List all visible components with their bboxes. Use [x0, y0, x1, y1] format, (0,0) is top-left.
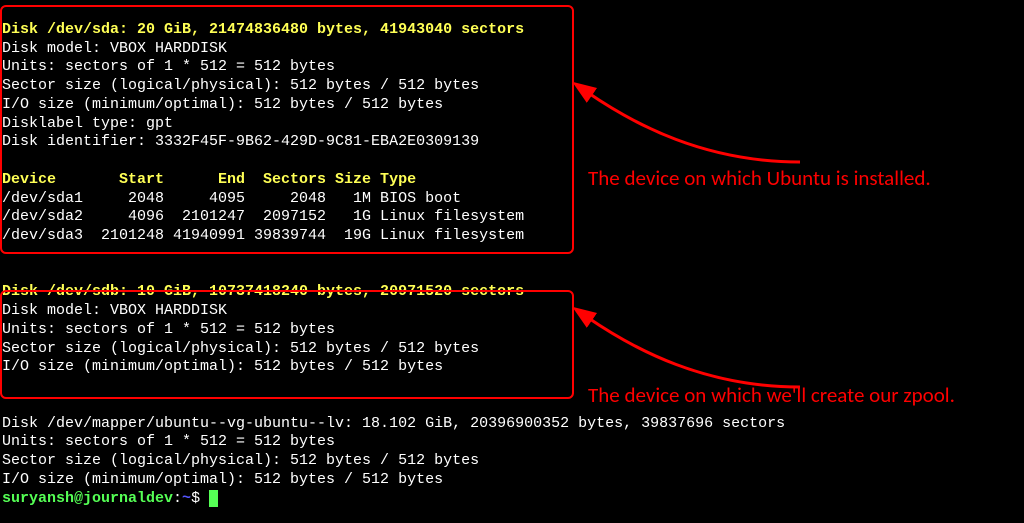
disk-mapper-io: I/O size (minimum/optimal): 512 bytes / … — [2, 471, 443, 488]
annotation-sda: The device on which Ubuntu is installed. — [588, 165, 1008, 191]
disk-sda-header: Disk /dev/sda: 20 GiB, 21474836480 bytes… — [2, 21, 524, 38]
disk-sdb-header: Disk /dev/sdb: 10 GiB, 10737418240 bytes… — [2, 283, 524, 300]
disk-mapper-units: Units: sectors of 1 * 512 = 512 bytes — [2, 433, 335, 450]
terminal-output: Disk /dev/sda: 20 GiB, 21474836480 bytes… — [0, 0, 1024, 508]
partition-row-2: /dev/sda2 4096 2101247 2097152 1G Linux … — [2, 208, 524, 225]
prompt-dollar: $ — [191, 490, 209, 507]
cursor-icon — [209, 490, 218, 507]
disk-mapper-header: Disk /dev/mapper/ubuntu--vg-ubuntu--lv: … — [2, 415, 785, 432]
annotation-sdb: The device on which we'll create our zpo… — [588, 382, 1018, 408]
disk-sdb-model: Disk model: VBOX HARDDISK — [2, 302, 227, 319]
disk-sda-io: I/O size (minimum/optimal): 512 bytes / … — [2, 96, 443, 113]
prompt-path: ~ — [182, 490, 191, 507]
partition-row-3: /dev/sda3 2101248 41940991 39839744 19G … — [2, 227, 524, 244]
partition-row-1: /dev/sda1 2048 4095 2048 1M BIOS boot — [2, 190, 461, 207]
disk-sda-sector: Sector size (logical/physical): 512 byte… — [2, 77, 479, 94]
partition-table-header: Device Start End Sectors Size Type — [2, 171, 416, 188]
disk-mapper-sector: Sector size (logical/physical): 512 byte… — [2, 452, 479, 469]
disk-sda-units: Units: sectors of 1 * 512 = 512 bytes — [2, 58, 335, 75]
disk-sdb-sector: Sector size (logical/physical): 512 byte… — [2, 340, 479, 357]
disk-sda-model: Disk model: VBOX HARDDISK — [2, 40, 227, 57]
disk-sda-ident: Disk identifier: 3332F45F-9B62-429D-9C81… — [2, 133, 479, 150]
prompt-user-host: suryansh@journaldev — [2, 490, 173, 507]
prompt-colon: : — [173, 490, 182, 507]
disk-sdb-io: I/O size (minimum/optimal): 512 bytes / … — [2, 358, 443, 375]
shell-prompt[interactable]: suryansh@journaldev:~$ — [2, 490, 218, 507]
disk-sdb-units: Units: sectors of 1 * 512 = 512 bytes — [2, 321, 335, 338]
disk-sda-label: Disklabel type: gpt — [2, 115, 173, 132]
